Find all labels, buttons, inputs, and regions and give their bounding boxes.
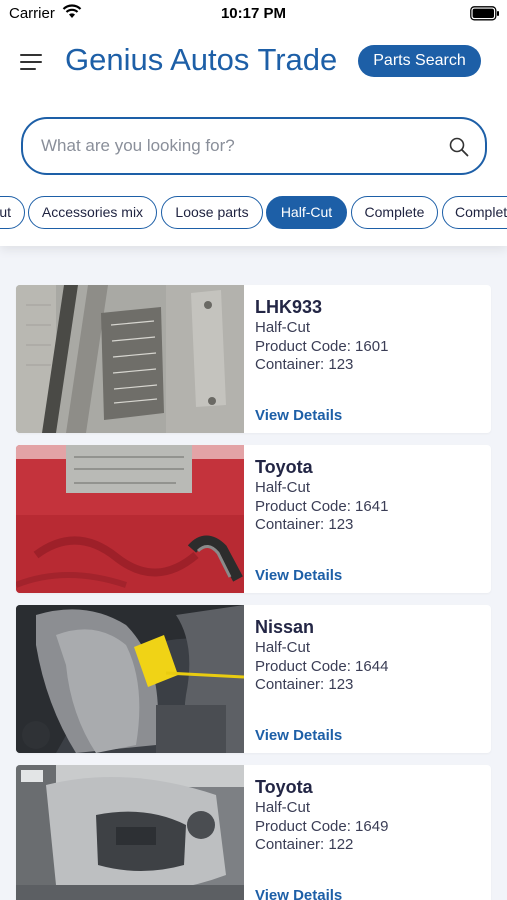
product-code: Product Code: 1649: [255, 818, 389, 835]
product-type: Half-Cut: [255, 799, 311, 816]
search-box[interactable]: [21, 117, 487, 175]
view-details-link[interactable]: View Details: [255, 407, 342, 424]
parts-search-button[interactable]: Parts Search: [358, 45, 481, 77]
product-container: Container: 123: [255, 676, 354, 693]
product-container: Container: 122: [255, 836, 354, 853]
view-details-link[interactable]: View Details: [255, 567, 342, 584]
filter-chip-half-cut[interactable]: Half-Cut: [266, 196, 347, 229]
product-code: Product Code: 1601: [255, 338, 389, 355]
filter-chip-complete-partial[interactable]: Complet: [442, 196, 507, 229]
product-container: Container: 123: [255, 516, 354, 533]
category-filter-bar: ut Accessories mix Loose parts Half-Cut …: [0, 196, 507, 232]
battery-icon: [470, 6, 499, 21]
product-image-dashboard-tag: [16, 605, 244, 753]
product-image-vin-plate: [16, 285, 244, 433]
product-name: Nissan: [255, 617, 315, 637]
status-bar: Carrier 10:17 PM: [0, 0, 507, 28]
app-header: Carrier 10:17 PM Genius Autos Trade Part…: [0, 0, 507, 246]
product-image-red-engine-bay: [16, 445, 244, 593]
product-name: LHK933: [255, 297, 323, 317]
product-code: Product Code: 1644: [255, 658, 389, 675]
status-time: 10:17 PM: [220, 5, 287, 22]
product-container: Container: 123: [255, 356, 354, 373]
view-details-link[interactable]: View Details: [255, 727, 342, 744]
product-card[interactable]: Toyota Half-Cut Product Code: 1649 Conta…: [16, 765, 491, 900]
view-details-link[interactable]: View Details: [255, 887, 342, 900]
product-type: Half-Cut: [255, 639, 311, 656]
search-icon[interactable]: [448, 136, 470, 158]
filter-chip[interactable]: ut: [0, 196, 25, 229]
product-name: Toyota: [255, 777, 313, 797]
app-title: Genius Autos Trade: [65, 42, 338, 77]
product-card[interactable]: Toyota Half-Cut Product Code: 1641 Conta…: [16, 445, 491, 593]
product-name: Toyota: [255, 457, 313, 477]
search-input[interactable]: [41, 133, 431, 159]
product-type: Half-Cut: [255, 319, 311, 336]
product-code: Product Code: 1641: [255, 498, 389, 515]
product-card[interactable]: Nissan Half-Cut Product Code: 1644 Conta…: [16, 605, 491, 753]
product-card[interactable]: LHK933 Half-Cut Product Code: 1601 Conta…: [16, 285, 491, 433]
product-image-grey-dashboard: [16, 765, 244, 900]
product-type: Half-Cut: [255, 479, 311, 496]
filter-chip-loose-parts[interactable]: Loose parts: [161, 196, 263, 229]
filter-chip-complete[interactable]: Complete: [351, 196, 438, 229]
filter-chip-accessories-mix[interactable]: Accessories mix: [28, 196, 157, 229]
hamburger-menu-icon[interactable]: [18, 50, 44, 72]
